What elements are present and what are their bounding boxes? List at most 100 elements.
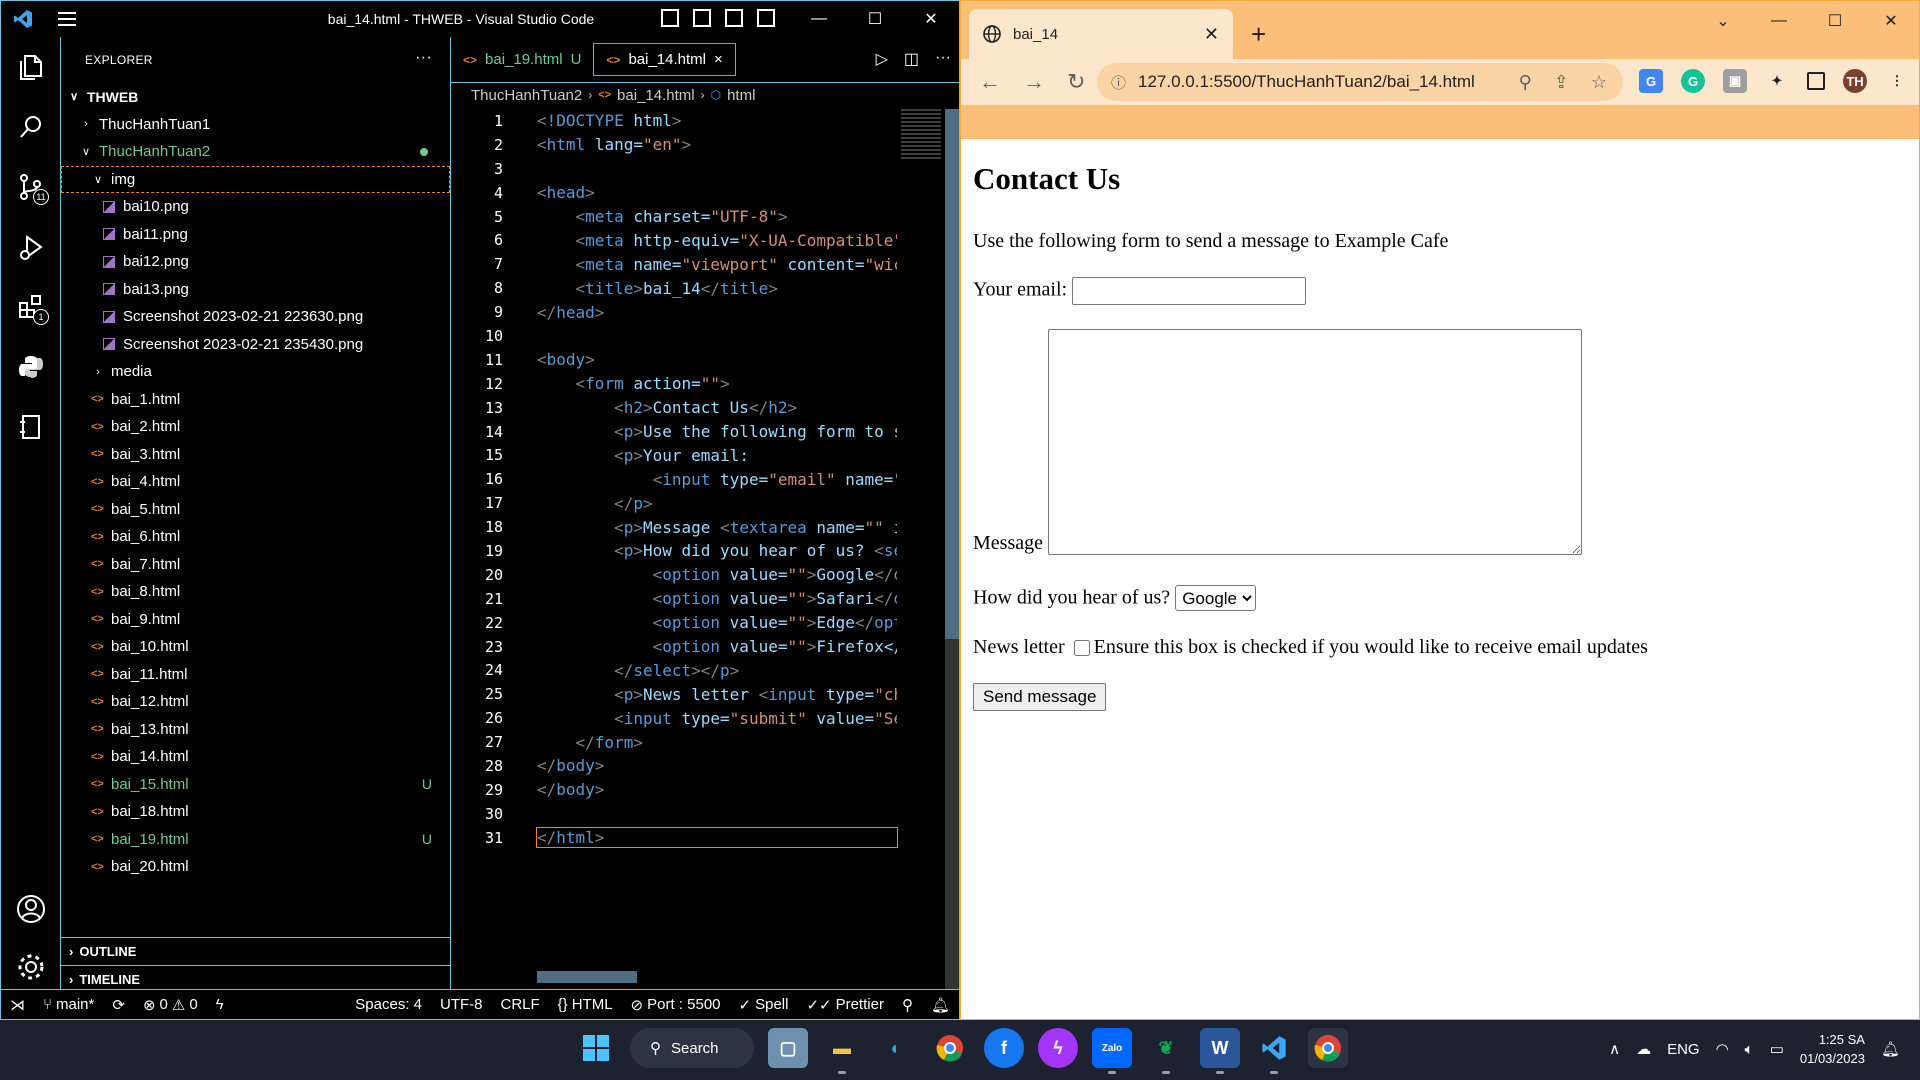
code-line[interactable]: 10 <box>451 324 959 348</box>
tab-bai-14[interactable]: <> bai_14.html × <box>593 43 736 76</box>
code-line[interactable]: 22 <option value="">Edge</opt <box>451 611 959 635</box>
code-line[interactable]: 8 <title>bai_14</title> <box>451 276 959 300</box>
message-textarea[interactable] <box>1047 329 1582 555</box>
source-control-icon[interactable]: 11 <box>1 157 61 217</box>
file-item[interactable]: bai10.png <box>61 193 450 221</box>
side-panel-icon[interactable] <box>1807 72 1825 90</box>
onedrive-cloud-icon[interactable]: ☁ <box>1636 1040 1651 1058</box>
wifi-icon[interactable]: ◠ <box>1716 1040 1729 1058</box>
mongodb-icon[interactable]: ❦ <box>1146 1028 1186 1074</box>
branch-indicator[interactable]: ⑂ main* <box>34 996 103 1013</box>
accounts-icon[interactable]: ⚲ <box>893 996 922 1014</box>
chrome-active-icon[interactable] <box>1308 1028 1348 1068</box>
url-text[interactable]: 127.0.0.1:5500/ThucHanhTuan2/bai_14.html <box>1138 72 1475 92</box>
folder-item[interactable]: ∨ img <box>61 165 450 193</box>
spell-status[interactable]: ✓ Spell <box>730 996 798 1014</box>
code-line[interactable]: 3 <box>451 157 959 181</box>
taskview-icon[interactable]: ▢ <box>768 1028 808 1068</box>
code-line[interactable]: 7 <meta name="viewport" content="wic <box>451 252 959 276</box>
toggle-panel-icon[interactable] <box>693 9 711 27</box>
notification-bell-icon[interactable]: 🔔︎ <box>1881 1040 1900 1058</box>
reload-icon[interactable]: ↻ <box>1067 69 1085 95</box>
language-status[interactable]: {} HTML <box>549 996 622 1013</box>
maximize-icon[interactable]: ☐ <box>847 1 903 37</box>
code-line[interactable]: 21 <option value="">Safari</o <box>451 587 959 611</box>
split-editor-icon[interactable]: ◫ <box>904 49 919 69</box>
address-bar[interactable]: ⓘ 127.0.0.1:5500/ThucHanhTuan2/bai_14.ht… <box>1097 63 1623 101</box>
workspace-root[interactable]: ∨ THWEB <box>61 83 450 111</box>
file-item[interactable]: <> bai_10.html <box>61 633 450 661</box>
file-item[interactable]: <> bai_15.html U <box>61 771 450 799</box>
file-item[interactable]: Screenshot 2023-02-21 235430.png <box>61 331 450 359</box>
prettier-status[interactable]: ✓✓ Prettier <box>797 996 893 1014</box>
toggle-secondary-sidebar-icon[interactable] <box>725 9 743 27</box>
code-line[interactable]: 20 <option value="">Google</o <box>451 563 959 587</box>
email-field[interactable] <box>1072 277 1307 305</box>
profile-avatar[interactable]: TH <box>1843 69 1867 93</box>
code-line[interactable]: 6 <meta http-equiv="X-UA-Compatible" <box>451 228 959 252</box>
notebook-icon[interactable] <box>1 397 61 457</box>
file-item[interactable]: <> bai_7.html <box>61 551 450 579</box>
code-line[interactable]: 26 <input type="submit" value="Se <box>451 706 959 730</box>
folder-item[interactable]: › ThucHanhTuan1 <box>61 111 450 139</box>
code-line[interactable]: 30 <box>451 802 959 826</box>
new-tab-icon[interactable]: + <box>1251 19 1266 50</box>
forward-arrow-icon[interactable]: → <box>1023 69 1045 95</box>
file-explorer-icon[interactable]: ▬ <box>822 1028 862 1074</box>
folder-item[interactable]: › media <box>61 358 450 386</box>
code-line[interactable]: 15 <p>Your email: <box>451 443 959 467</box>
file-item[interactable]: <> bai_11.html <box>61 661 450 689</box>
scrollbar-thumb[interactable] <box>945 109 959 639</box>
taskbar-search[interactable]: ⚲ Search <box>630 1028 754 1068</box>
breadcrumb-folder[interactable]: ThucHanhTuan2 <box>471 87 582 104</box>
back-arrow-icon[interactable]: ← <box>979 69 1001 95</box>
maximize-icon[interactable]: ☐ <box>1807 1 1863 41</box>
vertical-scrollbar[interactable] <box>945 109 959 989</box>
start-windows-icon[interactable] <box>576 1028 616 1068</box>
search-icon[interactable] <box>1 97 61 157</box>
breadcrumb-symbol[interactable]: html <box>727 87 755 104</box>
lightning-icon[interactable]: ϟ <box>207 996 233 1013</box>
breadcrumb-file[interactable]: bai_14.html <box>617 87 695 104</box>
hear-select[interactable]: Google <box>1175 585 1257 611</box>
file-item[interactable]: bai13.png <box>61 276 450 304</box>
more-actions-icon[interactable]: ··· <box>415 49 432 67</box>
run-icon[interactable]: ▷ <box>876 49 888 69</box>
grammarly-extension-icon[interactable]: G <box>1681 69 1705 93</box>
speaker-icon[interactable]: 🔈︎ <box>1745 1041 1754 1058</box>
edge-icon[interactable]: ◐ <box>876 1028 916 1068</box>
code-line[interactable]: 14 <p>Use the following form to s <box>451 420 959 444</box>
chevron-up-icon[interactable]: ∧ <box>1609 1040 1620 1058</box>
code-line[interactable]: 18 <p>Message <textarea name="" i <box>451 515 959 539</box>
indentation-status[interactable]: Spaces: 4 <box>346 996 431 1013</box>
toggle-primary-sidebar-icon[interactable] <box>661 9 679 27</box>
file-item[interactable]: <> bai_12.html <box>61 688 450 716</box>
menu-icon[interactable] <box>45 1 89 37</box>
customize-layout-icon[interactable] <box>757 9 775 27</box>
extensions-icon[interactable]: 1 <box>1 277 61 337</box>
code-line[interactable]: 11 <body> <box>451 348 959 372</box>
eol-status[interactable]: CRLF <box>492 996 549 1013</box>
minimap[interactable] <box>901 109 941 159</box>
share-icon[interactable]: ⇪ <box>1554 72 1569 93</box>
horizontal-scrollbar[interactable] <box>537 971 637 983</box>
problems-indicator[interactable]: ⊗ 0 ⚠ 0 <box>134 996 207 1014</box>
file-item[interactable]: <> bai_13.html <box>61 716 450 744</box>
file-item[interactable]: <> bai_4.html <box>61 468 450 496</box>
settings-gear-icon[interactable] <box>1 937 61 997</box>
code-line[interactable]: 31 </html> <box>451 826 959 850</box>
battery-icon[interactable]: ▭ <box>1770 1040 1784 1058</box>
code-line[interactable]: 1 <!DOCTYPE html> <box>451 109 959 133</box>
code-line[interactable]: 2 <html lang="en"> <box>451 133 959 157</box>
encoding-status[interactable]: UTF-8 <box>431 996 492 1013</box>
translate-extension-icon[interactable]: G <box>1639 69 1663 93</box>
facebook-icon[interactable]: f <box>984 1028 1024 1068</box>
file-item[interactable]: <> bai_2.html <box>61 413 450 441</box>
vscode-taskbar-icon[interactable] <box>1254 1028 1294 1074</box>
code-line[interactable]: 13 <h2>Contact Us</h2> <box>451 396 959 420</box>
tab-search-chevron-icon[interactable]: ⌄ <box>1695 1 1751 41</box>
file-item[interactable]: <> bai_20.html <box>61 853 450 881</box>
code-line[interactable]: 4 <head> <box>451 181 959 205</box>
close-icon[interactable]: ✕ <box>1863 1 1919 41</box>
code-line[interactable]: 28 </body> <box>451 754 959 778</box>
